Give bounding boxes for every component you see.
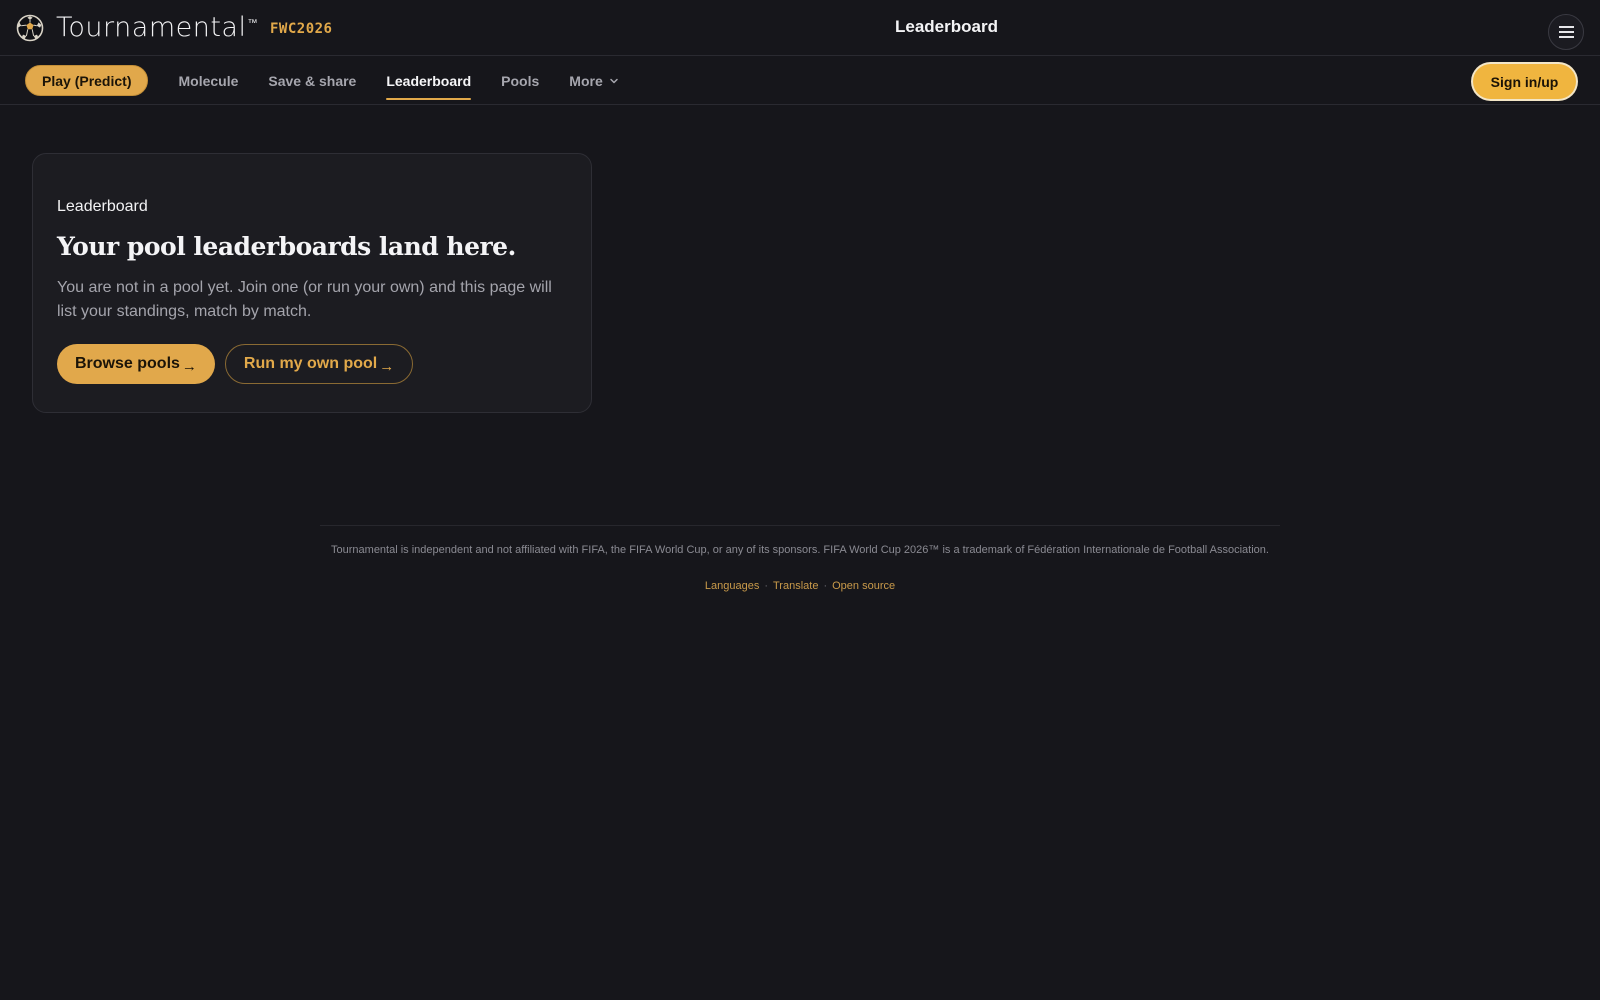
leaderboard-empty-card: Leaderboard Your pool leaderboards land … xyxy=(32,153,592,413)
arrow-right-icon: → xyxy=(379,357,395,375)
footer-link-translate[interactable]: Translate xyxy=(773,580,818,592)
menu-button[interactable] xyxy=(1548,14,1584,50)
card-title: Your pool leaderboards land here. xyxy=(57,232,516,261)
footer-link-languages[interactable]: Languages xyxy=(705,580,759,592)
footer-disclaimer: Tournamental is independent and not affi… xyxy=(331,544,1269,556)
footer-link-open-source[interactable]: Open source xyxy=(832,580,895,592)
footer-divider xyxy=(320,525,1280,526)
nav-more-label: More xyxy=(569,72,603,89)
run-own-pool-button[interactable]: Run my own pool → xyxy=(224,344,414,384)
nav-save-share[interactable]: Save & share xyxy=(268,65,356,96)
top-bar: Tournamental™ FWC2026 Leaderboard xyxy=(0,0,1600,56)
browse-pools-label: Browse pools xyxy=(75,355,180,372)
nav-play-predict[interactable]: Play (Predict) xyxy=(25,65,149,96)
chevron-down-icon xyxy=(609,78,618,83)
nav-leaderboard[interactable]: Leaderboard xyxy=(386,65,471,100)
nav-more[interactable]: More xyxy=(569,65,618,96)
sign-in-button[interactable]: Sign in/up xyxy=(1473,64,1576,99)
hamburger-menu-icon xyxy=(1558,26,1574,38)
arrow-right-icon: → xyxy=(181,357,197,375)
run-own-pool-label: Run my own pool xyxy=(243,355,378,372)
footer-links: Languages · Translate · Open source xyxy=(0,577,1600,595)
card-eyebrow: Leaderboard xyxy=(57,198,148,215)
card-description: You are not in a pool yet. Join one (or … xyxy=(57,279,552,320)
nav-pools[interactable]: Pools xyxy=(501,65,539,96)
nav-bar: Play (Predict) Molecule Save & share Lea… xyxy=(0,56,1600,105)
nav-molecule[interactable]: Molecule xyxy=(178,65,238,96)
footer-separator: · xyxy=(823,580,828,592)
page-title: Leaderboard xyxy=(895,17,998,36)
footer-separator: · xyxy=(764,580,768,592)
browse-pools-button[interactable]: Browse pools → xyxy=(57,344,215,384)
